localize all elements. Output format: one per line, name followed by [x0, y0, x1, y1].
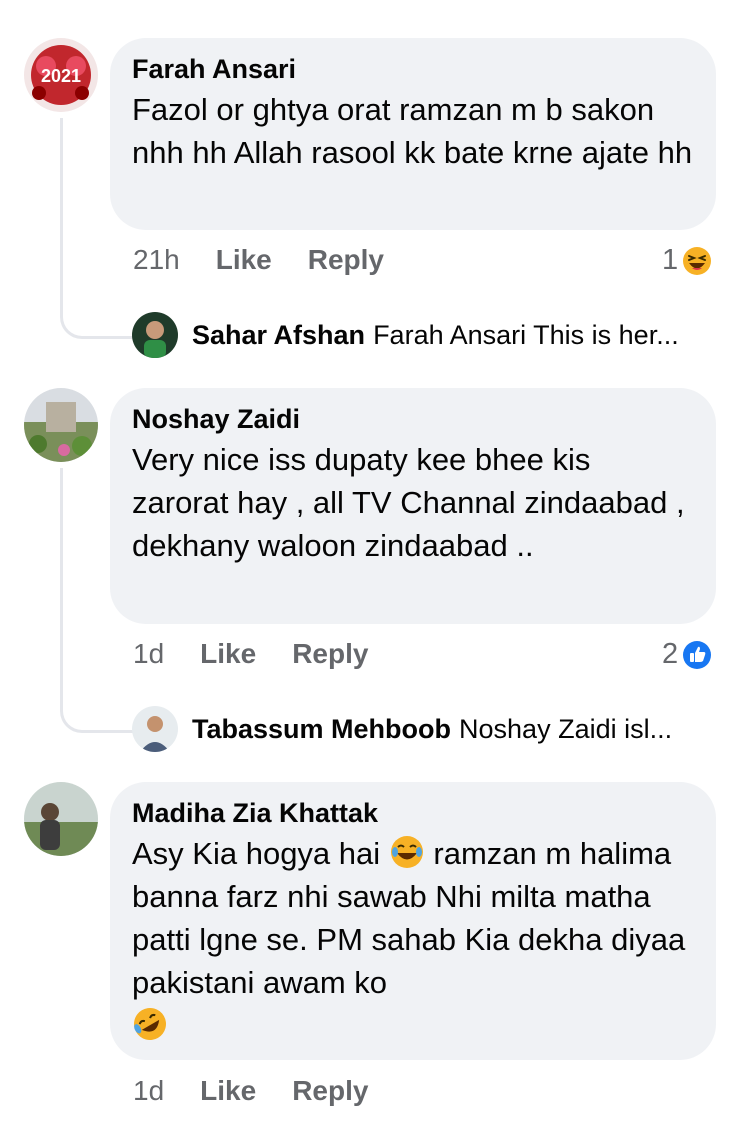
- svg-text:2021: 2021: [41, 66, 81, 86]
- avatar-tabassum-mehboob: [132, 706, 178, 752]
- comment-actions: 1d Like Reply: [133, 1075, 404, 1107]
- comment-actions: 21h Like Reply: [133, 244, 420, 276]
- reaction-count: 2: [662, 638, 679, 670]
- comment-bubble: Noshay Zaidi Very nice iss dupaty kee bh…: [110, 388, 716, 624]
- reply-text: Noshay Zaidi isl...: [459, 713, 673, 744]
- reply-preview[interactable]: Sahar Afshan Farah Ansari This is her...: [132, 312, 679, 358]
- comment-text-part1: Asy Kia hogya hai: [132, 836, 381, 871]
- rolling-laughing-emoji-icon: [134, 1008, 166, 1040]
- reply-preview[interactable]: Tabassum Mehboob Noshay Zaidi isl...: [132, 706, 672, 752]
- reaction-count: 1: [662, 244, 679, 276]
- reply-author[interactable]: Tabassum Mehboob: [192, 714, 451, 745]
- avatar-noshay-zaidi[interactable]: [24, 388, 98, 462]
- comment-bubble: Madiha Zia Khattak Asy Kia hogya hai ram…: [110, 782, 716, 1060]
- comment-text: Asy Kia hogya hai ramzan m halima banna …: [132, 832, 694, 1047]
- comment-time[interactable]: 21h: [133, 244, 180, 276]
- comment-author[interactable]: Madiha Zia Khattak: [132, 796, 694, 830]
- avatar-farah-ansari[interactable]: 2021: [24, 38, 98, 112]
- reaction-summary[interactable]: 1: [662, 244, 712, 277]
- reply-author[interactable]: Sahar Afshan: [192, 320, 365, 351]
- thumbs-up-icon: [683, 640, 712, 669]
- comment-bubble: Farah Ansari Fazol or ghtya orat ramzan …: [110, 38, 716, 230]
- reply-text: Farah Ansari This is her...: [373, 319, 679, 350]
- comment-author[interactable]: Farah Ansari: [132, 52, 694, 86]
- thread-connector: [60, 118, 133, 339]
- reaction-summary[interactable]: 2: [662, 638, 712, 671]
- comment-time[interactable]: 1d: [133, 1075, 164, 1107]
- comment-time[interactable]: 1d: [133, 638, 164, 670]
- comment-text: Very nice iss dupaty kee bhee kis zarora…: [132, 442, 685, 563]
- reply-button[interactable]: Reply: [292, 638, 368, 670]
- laughing-emoji-icon: [683, 246, 712, 275]
- tears-of-joy-emoji-icon: [390, 836, 423, 868]
- like-button[interactable]: Like: [216, 244, 272, 276]
- comment-actions: 1d Like Reply: [133, 638, 404, 670]
- thread-connector: [60, 468, 133, 733]
- like-button[interactable]: Like: [200, 1075, 256, 1107]
- avatar-sahar-afshan: [132, 312, 178, 358]
- comment-author[interactable]: Noshay Zaidi: [132, 402, 694, 436]
- comment-text: Fazol or ghtya orat ramzan m b sakon nhh…: [132, 92, 693, 170]
- avatar-madiha-zia-khattak[interactable]: [24, 782, 98, 856]
- reply-button[interactable]: Reply: [308, 244, 384, 276]
- reply-button[interactable]: Reply: [292, 1075, 368, 1107]
- like-button[interactable]: Like: [200, 638, 256, 670]
